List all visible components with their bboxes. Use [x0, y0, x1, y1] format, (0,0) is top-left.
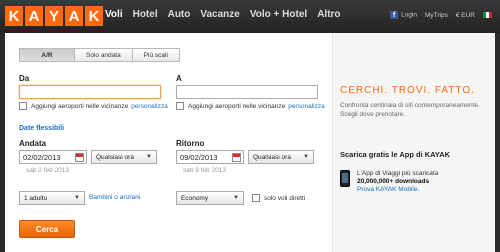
destination-nearby-label: Aggiungi aeroporti nelle vicinanze — [188, 102, 286, 110]
destination-nearby-row: Aggiungi aeroporti nelle vicinanze perso… — [176, 102, 325, 110]
direct-flights-row: solo voli diretti — [252, 194, 305, 202]
mytrips-link[interactable]: MyTrips — [425, 12, 448, 19]
app-promo-line: L'App di Viaggi più scaricata — [357, 170, 439, 177]
logo-letter: A — [65, 6, 83, 26]
kayak-mobile-link[interactable]: Prova KAYAK Mobile. — [357, 186, 438, 194]
depart-time-select[interactable]: Qualsiasi ora ▼ — [91, 150, 157, 164]
nav-flight-hotel[interactable]: Volo + Hotel — [250, 9, 307, 20]
origin-input[interactable] — [19, 85, 161, 99]
nav-vacations[interactable]: Vacanze — [200, 9, 239, 20]
top-right-links: f Login MyTrips € EUR — [390, 11, 492, 19]
chevron-down-icon: ▼ — [74, 195, 80, 201]
nav-more[interactable]: Altro — [317, 9, 340, 20]
return-date-input[interactable]: 09/02/2013 — [176, 150, 244, 164]
destination-input[interactable] — [176, 85, 318, 99]
destination-label: A — [176, 74, 182, 83]
chevron-down-icon: ▼ — [303, 154, 309, 160]
logo-letter: Y — [45, 6, 63, 26]
main-nav: Voli Hotel Auto Vacanze Volo + Hotel Alt… — [105, 9, 341, 20]
origin-label: Da — [19, 74, 30, 83]
promo-tagline: CERCHI. TROVI. FATTO. — [340, 85, 475, 96]
depart-date-value: 02/02/2013 — [23, 152, 61, 162]
direct-flights-label: solo voli diretti — [264, 194, 306, 202]
nav-flights[interactable]: Voli — [105, 9, 123, 20]
return-label: Ritorno — [176, 139, 205, 148]
depart-label: Andata — [19, 139, 47, 148]
return-date-text: sab 9 feb 2013 — [183, 167, 227, 174]
phone-icon — [340, 170, 350, 187]
children-seniors-link[interactable]: Bambini o anziani — [89, 194, 140, 201]
origin-nearby-label: Aggiungi aeroporti nelle vicinanze — [31, 102, 129, 110]
origin-customize-link[interactable]: personalizza — [131, 103, 168, 110]
trip-type-tabs: A/R Solo andata Più scali — [19, 48, 180, 62]
top-bar: K A Y A K Voli Hotel Auto Vacanze Volo +… — [0, 0, 500, 33]
tab-round-trip[interactable]: A/R — [19, 48, 75, 62]
calendar-icon[interactable] — [232, 153, 241, 162]
nav-cars[interactable]: Auto — [168, 9, 191, 20]
search-button[interactable]: Cerca — [19, 220, 75, 238]
cabin-class-select[interactable]: Economy ▼ — [176, 191, 244, 205]
depart-date-text: sab 2 feb 2013 — [26, 167, 70, 174]
login-link[interactable]: f Login — [390, 11, 417, 19]
flexible-dates-link[interactable]: Date flessibili — [19, 125, 64, 132]
return-time-value: Qualsiasi ora — [253, 153, 291, 161]
app-promo-text: L'App di Viaggi più scaricata 20,000,000… — [357, 170, 438, 194]
direct-flights-checkbox[interactable] — [252, 194, 260, 202]
origin-nearby-row: Aggiungi aeroporti nelle vicinanze perso… — [19, 102, 168, 110]
depart-time-value: Qualsiasi ora — [96, 153, 134, 161]
app-promo-title: Scarica gratis le App di KAYAK — [340, 150, 451, 159]
promo-description: Confronta centinaia di siti contemporane… — [340, 102, 480, 118]
flight-search-form: A/R Solo andata Più scali Da Aggiungi ae… — [5, 33, 331, 252]
logo-letter: K — [5, 6, 23, 26]
tab-multi-city[interactable]: Più scali — [132, 48, 180, 62]
italy-flag-icon[interactable] — [483, 12, 492, 18]
return-time-select[interactable]: Qualsiasi ora ▼ — [248, 150, 314, 164]
kayak-logo[interactable]: K A Y A K — [5, 6, 103, 26]
return-date-value: 09/02/2013 — [180, 152, 218, 162]
logo-letter: K — [85, 6, 103, 26]
cabin-class-value: Economy — [181, 194, 209, 202]
promo-sidebar: CERCHI. TROVI. FATTO. Confronta centinai… — [332, 33, 495, 252]
destination-nearby-checkbox[interactable] — [176, 102, 184, 110]
depart-date-input[interactable]: 02/02/2013 — [19, 150, 87, 164]
nav-hotels[interactable]: Hotel — [133, 9, 158, 20]
logo-letter: A — [25, 6, 43, 26]
facebook-icon: f — [390, 11, 399, 19]
travelers-select[interactable]: 1 adulto ▼ — [19, 191, 85, 205]
origin-nearby-checkbox[interactable] — [19, 102, 27, 110]
chevron-down-icon: ▼ — [146, 154, 152, 160]
travelers-value: 1 adulto — [24, 194, 48, 202]
destination-customize-link[interactable]: personalizza — [288, 103, 325, 110]
tab-one-way[interactable]: Solo andata — [75, 48, 133, 62]
app-downloads: 20,000,000+ downloads — [357, 178, 430, 185]
search-panel: A/R Solo andata Più scali Da Aggiungi ae… — [5, 33, 495, 252]
calendar-icon[interactable] — [75, 153, 84, 162]
chevron-down-icon: ▼ — [233, 195, 239, 201]
currency-selector[interactable]: € EUR — [456, 12, 475, 19]
